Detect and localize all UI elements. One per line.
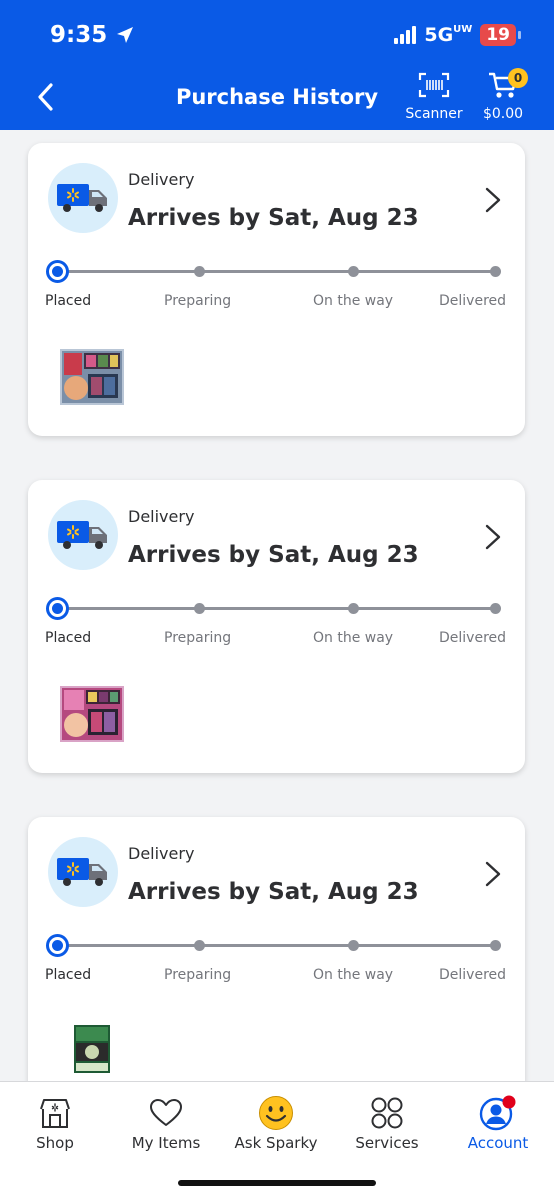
product-thumbnail[interactable] <box>58 683 126 745</box>
step-label-preparing: Preparing <box>164 630 232 646</box>
cellular-signal-icon <box>394 26 417 44</box>
step-dot-on-the-way <box>348 940 359 951</box>
status-indicators: 5GUW 19 <box>394 24 521 46</box>
arrival-date: Arrives by Sat, Aug 23 <box>128 205 419 231</box>
delivery-truck-icon <box>48 163 118 233</box>
tab-services[interactable]: Services <box>332 1096 442 1152</box>
tab-account[interactable]: Account <box>443 1095 553 1152</box>
step-label-delivered: Delivered <box>439 967 507 983</box>
cart-total: $0.00 <box>482 106 524 122</box>
tab-label-my-items: My Items <box>131 1134 201 1152</box>
barcode-scanner-icon <box>418 72 450 98</box>
progress-track <box>58 944 496 947</box>
step-dot-placed <box>46 260 69 283</box>
home-indicator[interactable] <box>178 1180 376 1186</box>
scanner-button[interactable]: Scanner <box>402 72 466 122</box>
fulfillment-method: Delivery <box>128 844 195 863</box>
account-icon <box>443 1095 553 1131</box>
step-dot-preparing <box>194 940 205 951</box>
step-dot-on-the-way <box>348 266 359 277</box>
product-thumbnail[interactable] <box>68 1023 116 1075</box>
chevron-right-icon[interactable] <box>481 522 505 552</box>
heart-icon <box>111 1096 221 1130</box>
cart-count-badge: 0 <box>508 68 528 88</box>
order-card[interactable]: Delivery Arrives by Sat, Aug 23 Placed P… <box>28 817 525 1110</box>
scanner-label: Scanner <box>405 106 463 122</box>
step-label-delivered: Delivered <box>439 293 507 309</box>
tab-label-ask-sparky: Ask Sparky <box>234 1134 318 1152</box>
app-header: 9:35 5GUW 19 Purchase History Scanner 0 … <box>0 0 554 130</box>
step-label-on-the-way: On the way <box>313 293 394 309</box>
step-dot-delivered <box>490 940 501 951</box>
tab-label-services: Services <box>355 1134 419 1152</box>
step-label-preparing: Preparing <box>164 967 232 983</box>
chevron-right-icon[interactable] <box>481 859 505 889</box>
smiley-icon <box>221 1096 331 1130</box>
location-arrow-icon <box>117 27 134 43</box>
step-label-on-the-way: On the way <box>313 967 394 983</box>
battery-indicator: 19 <box>480 24 521 46</box>
store-icon <box>0 1096 110 1130</box>
arrival-date: Arrives by Sat, Aug 23 <box>128 542 419 568</box>
step-label-placed: Placed <box>45 630 92 646</box>
step-dot-delivered <box>490 603 501 614</box>
step-label-preparing: Preparing <box>164 293 232 309</box>
step-label-on-the-way: On the way <box>313 630 394 646</box>
cart-button[interactable]: 0 $0.00 <box>478 68 528 122</box>
product-thumbnail[interactable] <box>58 346 126 408</box>
page-title: Purchase History <box>175 85 379 109</box>
step-dot-preparing <box>194 266 205 277</box>
delivery-truck-icon <box>48 500 118 570</box>
step-dot-placed <box>46 597 69 620</box>
step-dot-on-the-way <box>348 603 359 614</box>
tab-ask-sparky[interactable]: Ask Sparky <box>221 1096 331 1152</box>
network-type: 5GUW <box>424 24 473 46</box>
tab-label-shop: Shop <box>36 1134 74 1152</box>
delivery-truck-icon <box>48 837 118 907</box>
tab-shop[interactable]: Shop <box>0 1096 110 1152</box>
step-label-placed: Placed <box>45 967 92 983</box>
tab-my-items[interactable]: My Items <box>111 1096 221 1152</box>
order-card[interactable]: Delivery Arrives by Sat, Aug 23 Placed P… <box>28 143 525 436</box>
step-dot-preparing <box>194 603 205 614</box>
order-card[interactable]: Delivery Arrives by Sat, Aug 23 Placed P… <box>28 480 525 773</box>
arrival-date: Arrives by Sat, Aug 23 <box>128 879 419 905</box>
fulfillment-method: Delivery <box>128 507 195 526</box>
fulfillment-method: Delivery <box>128 170 195 189</box>
progress-track <box>58 607 496 610</box>
step-dot-placed <box>46 934 69 957</box>
chevron-right-icon[interactable] <box>481 185 505 215</box>
step-label-delivered: Delivered <box>439 630 507 646</box>
step-dot-delivered <box>490 266 501 277</box>
status-time: 9:35 <box>50 22 135 48</box>
step-label-placed: Placed <box>45 293 92 309</box>
grid-circles-icon <box>332 1096 442 1130</box>
tab-label-account: Account <box>467 1134 529 1152</box>
progress-track <box>58 270 496 273</box>
clock: 9:35 <box>50 22 108 48</box>
